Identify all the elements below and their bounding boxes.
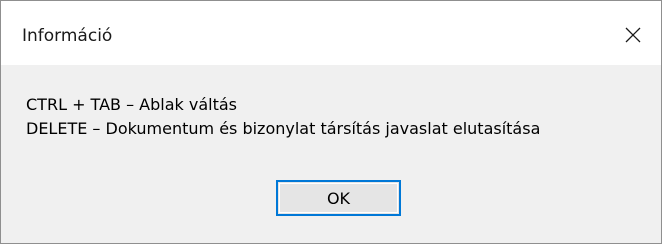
message-dialog: Információ CTRL + TAB – Ablak váltás DEL… (0, 0, 662, 244)
message-line-shortcut-tab: CTRL + TAB – Ablak váltás (26, 95, 238, 114)
close-icon (625, 27, 641, 43)
close-button[interactable] (607, 1, 661, 65)
ok-button[interactable]: OK (276, 180, 401, 216)
dialog-title: Információ (22, 26, 113, 46)
dialog-body: CTRL + TAB – Ablak váltás DELETE – Dokum… (1, 65, 661, 243)
title-bar: Információ (1, 1, 661, 65)
message-line-shortcut-delete: DELETE – Dokumentum és bizonylat társítá… (26, 119, 541, 138)
ok-button-label: OK (326, 188, 351, 208)
